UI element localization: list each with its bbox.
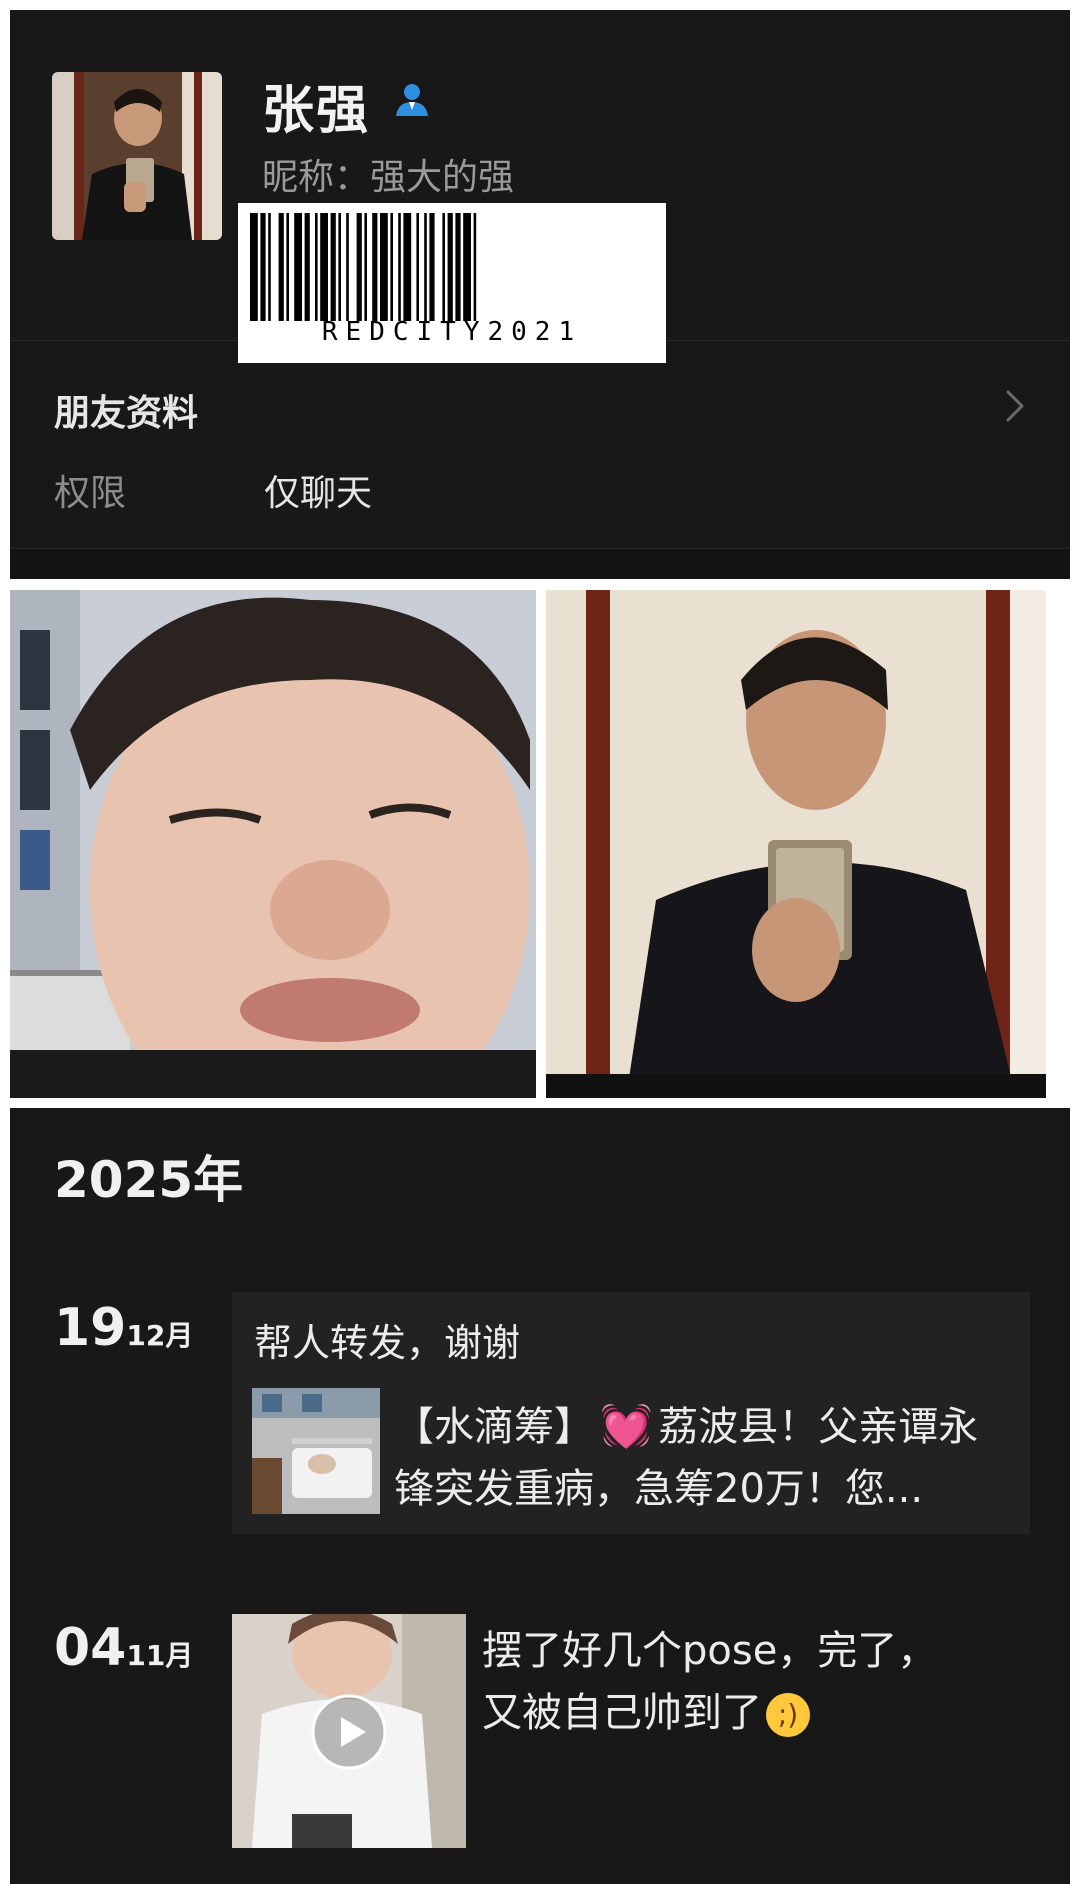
post-caption-line-1: 摆了好几个pose，完了， (482, 1628, 938, 1674)
barcode-bars (250, 213, 477, 321)
link-thumbnail (252, 1388, 380, 1514)
wink-emoji-icon: ;) (766, 1693, 810, 1737)
post-caption: 帮人转发，谢谢 (254, 1321, 521, 1365)
post-month: 12月 (126, 1319, 194, 1352)
link-title-text: 荔波县！父亲谭永 (658, 1404, 979, 1450)
barcode-text: REDCITY2021 (321, 317, 583, 347)
permission-value: 仅聊天 (264, 473, 373, 514)
post-day: 04 (54, 1618, 127, 1678)
play-icon[interactable] (310, 1693, 388, 1771)
post-date: 0411月 (54, 1618, 193, 1678)
post-caption-text: 又被自己帅到了 (482, 1690, 762, 1736)
link-source: 【水滴筹】 (394, 1404, 594, 1450)
year-heading: 2025年 (54, 1151, 244, 1209)
cover-photo-mirror-selfie[interactable] (546, 590, 1046, 1098)
friend-profile-label: 朋友资料 (54, 393, 199, 434)
chevron-right-icon (1004, 388, 1026, 424)
profile-name: 张强 (262, 81, 371, 141)
link-title-line-2: 锋突发重病，急筹20万！您... (394, 1466, 924, 1512)
link-title-line: 【水滴筹】 💓 荔波县！父亲谭永 (394, 1394, 978, 1452)
section-separator (10, 548, 1070, 579)
post-day: 19 (54, 1298, 127, 1358)
profile-nickname: 昵称：强大的强 (262, 157, 515, 198)
post-date: 1912月 (54, 1298, 193, 1358)
cover-photo-selfie-closeup[interactable] (10, 590, 536, 1098)
heart-emoji-icon: 💓 (600, 1401, 653, 1450)
permission-label: 权限 (54, 473, 127, 514)
profile-avatar[interactable] (52, 72, 222, 240)
post-month: 11月 (126, 1639, 194, 1672)
barcode-watermark: REDCITY2021 (238, 203, 666, 363)
person-contact-icon (392, 80, 432, 120)
post-caption-line-2: 又被自己帅到了;) (482, 1680, 810, 1738)
